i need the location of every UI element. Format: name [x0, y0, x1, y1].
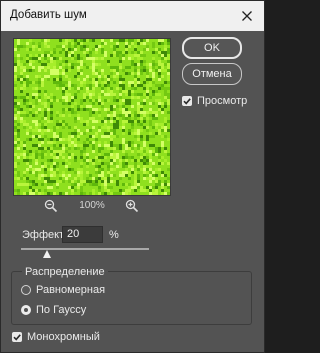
zoom-out-icon[interactable]: [44, 199, 58, 213]
add-noise-dialog: Добавить шум 100% OK Отмена Просмотр Эфф…: [0, 0, 265, 353]
ok-button[interactable]: OK: [182, 37, 242, 59]
zoom-in-icon[interactable]: [125, 199, 139, 213]
zoom-level: 100%: [79, 200, 105, 211]
effect-slider-thumb[interactable]: [42, 250, 51, 258]
checkmark-icon: [13, 334, 21, 341]
distribution-legend: Распределение: [22, 266, 108, 278]
close-icon[interactable]: [238, 7, 256, 25]
effect-slider-track[interactable]: [21, 248, 149, 250]
noise-preview[interactable]: [13, 38, 171, 196]
distribution-group: [11, 271, 252, 325]
cancel-button[interactable]: Отмена: [182, 63, 242, 85]
dialog-title: Добавить шум: [10, 9, 87, 21]
effect-unit: %: [109, 229, 119, 241]
effect-amount-input[interactable]: 20: [62, 226, 103, 243]
monochrome-checkbox-label: Монохромный: [27, 331, 100, 343]
monochrome-checkbox[interactable]: [12, 332, 22, 342]
preview-checkbox-label: Просмотр: [197, 95, 248, 107]
effect-label: Эффект:: [22, 229, 68, 241]
radio-uniform[interactable]: [21, 285, 31, 295]
radio-gaussian[interactable]: [21, 305, 31, 315]
radio-gaussian-label: По Гауссу: [36, 304, 87, 316]
noise-preview-image: [14, 39, 170, 195]
radio-uniform-label: Равномерная: [36, 284, 106, 296]
preview-checkbox[interactable]: [182, 96, 192, 106]
title-bar[interactable]: Добавить шум: [1, 1, 264, 31]
checkmark-icon: [183, 98, 191, 105]
